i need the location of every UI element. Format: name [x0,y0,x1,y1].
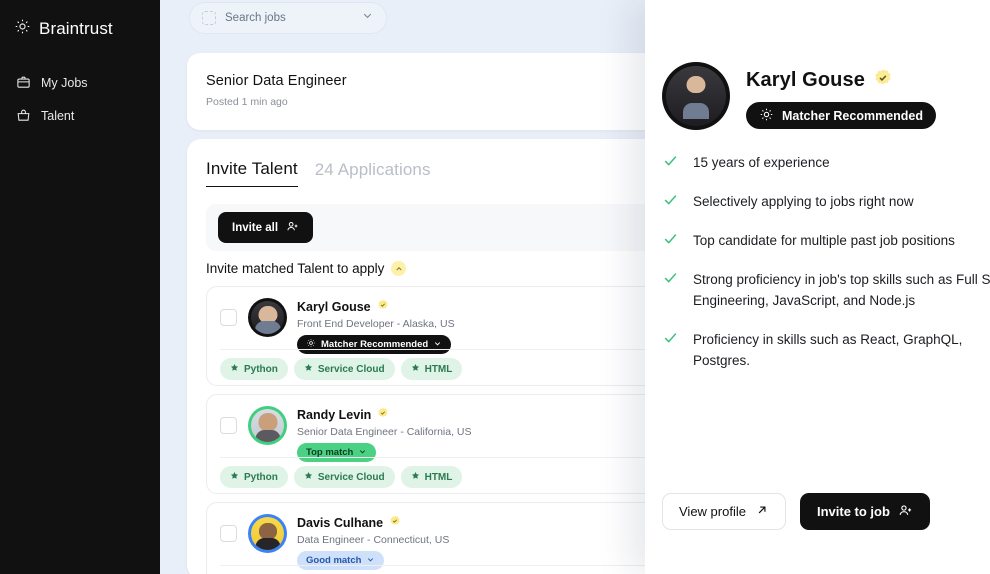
modal-talent-name: Karyl Gouse [746,69,865,91]
modal-header: Karyl Gouse Matcher Recommended [662,62,937,130]
sidebar-item-label: My Jobs [41,75,88,90]
gear-sun-icon [759,107,774,125]
job-posted-time: Posted 1 min ago [206,96,288,108]
list-item: Top candidate for multiple past job posi… [662,230,990,252]
chevron-up-circle-icon[interactable] [391,261,407,276]
page-title: Senior Data Engineer [206,73,347,89]
avatar [248,298,287,337]
section-header: Invite matched Talent to apply [206,261,407,276]
star-icon [411,363,420,375]
brand-name: Braintrust [39,19,113,38]
bag-icon [16,108,31,123]
search-text: Search jobs [225,12,286,24]
talent-meta: Senior Data Engineer - California, US [297,426,472,438]
sidebar-item-talent[interactable]: Talent [0,99,160,132]
invite-all-button[interactable]: Invite all [218,212,314,243]
chevron-down-icon[interactable] [361,9,374,27]
check-icon [662,329,679,372]
star-icon [411,471,420,483]
skill-tags: Python Service Cloud HTML [220,358,463,380]
skill-tag[interactable]: HTML [400,466,463,488]
talent-name: Davis Culhane [297,516,384,530]
skill-tag-label: Service Cloud [317,471,385,483]
avatar [248,406,287,445]
skill-tag[interactable]: Python [220,466,288,488]
tabs: Invite Talent 24 Applications [206,159,431,187]
list-item: Selectively applying to jobs right now [662,191,990,213]
row-checkbox[interactable] [220,525,237,542]
invite-all-label: Invite all [232,221,279,234]
verified-badge-icon [389,514,401,532]
avatar [248,514,287,553]
list-item: Proficiency in skills such as React, Gra… [662,329,990,372]
highlight-text: Selectively applying to jobs right now [693,194,914,209]
brand-logo[interactable]: Braintrust [0,12,160,40]
star-icon [230,363,239,375]
row-checkbox[interactable] [220,309,237,326]
skill-tag-label: HTML [424,363,453,375]
talent-name: Randy Levin [297,408,372,422]
star-icon [230,471,239,483]
star-icon [304,471,313,483]
skill-tag-label: Service Cloud [317,363,385,375]
matcher-recommended-label: Matcher Recommended [782,108,924,123]
skill-tag-label: Python [244,363,278,375]
check-icon [662,191,679,213]
highlights-list: 15 years of experience Selectively apply… [662,152,990,388]
invite-to-job-button[interactable]: Invite to job [799,493,930,530]
check-icon [662,269,679,312]
matcher-recommended-badge: Matcher Recommended [746,102,937,129]
skill-tag[interactable]: Service Cloud [293,358,395,380]
row-checkbox[interactable] [220,417,237,434]
check-icon [662,152,679,174]
verified-badge-icon [873,68,893,93]
highlight-text: Strong proficiency in job's top skills s… [693,272,990,309]
search-placeholder-icon [202,11,216,25]
talent-meta: Front End Developer - Alaska, US [297,318,455,330]
skill-tags: Python Service Cloud HTML [220,466,463,488]
list-item: Strong proficiency in job's top skills s… [662,269,990,312]
arrow-up-right-icon [755,503,769,520]
sidebar-nav: My Jobs Talent [0,66,160,132]
skill-tag-label: Python [244,471,278,483]
list-item: 15 years of experience [662,152,990,174]
skill-tag[interactable]: Service Cloud [293,466,395,488]
section-title: Invite matched Talent to apply [206,261,385,276]
modal-footer: View profile Invite to job [662,493,930,530]
skill-tag-label: HTML [424,471,453,483]
search-input[interactable]: Search jobs [189,2,387,34]
tab-invite-talent[interactable]: Invite Talent [206,159,298,187]
verified-badge-icon [377,406,389,424]
tab-applications[interactable]: 24 Applications [315,160,431,187]
skill-tag[interactable]: HTML [400,358,463,380]
avatar [662,62,730,130]
highlight-text: Top candidate for multiple past job posi… [693,233,955,248]
verified-badge-icon [377,298,389,316]
sidebar: Braintrust My Jobs Talent [0,0,160,574]
sidebar-item-label: Talent [41,108,75,123]
person-plus-icon [286,220,299,236]
view-profile-label: View profile [679,504,746,519]
highlight-text: Proficiency in skills such as React, Gra… [693,331,963,368]
view-profile-button[interactable]: View profile [662,493,786,530]
star-icon [304,363,313,375]
invite-to-job-label: Invite to job [816,504,890,519]
skill-tag[interactable]: Python [220,358,288,380]
person-plus-icon [898,503,913,521]
page-area: Search jobs Senior Data Engineer Posted … [160,0,990,574]
talent-name: Karyl Gouse [297,300,371,314]
talent-meta: Data Engineer - Connecticut, US [297,534,450,546]
briefcase-icon [16,75,31,90]
talent-detail-modal: Karyl Gouse Matcher Recommended 15 years… [645,0,990,574]
sidebar-item-my-jobs[interactable]: My Jobs [0,66,160,99]
check-icon [662,230,679,252]
gear-sun-icon [14,18,31,40]
status-badge[interactable]: Good match [297,551,385,570]
app-root: Braintrust My Jobs Talent Search jobs Se… [0,0,990,574]
highlight-text: 15 years of experience [693,155,830,170]
